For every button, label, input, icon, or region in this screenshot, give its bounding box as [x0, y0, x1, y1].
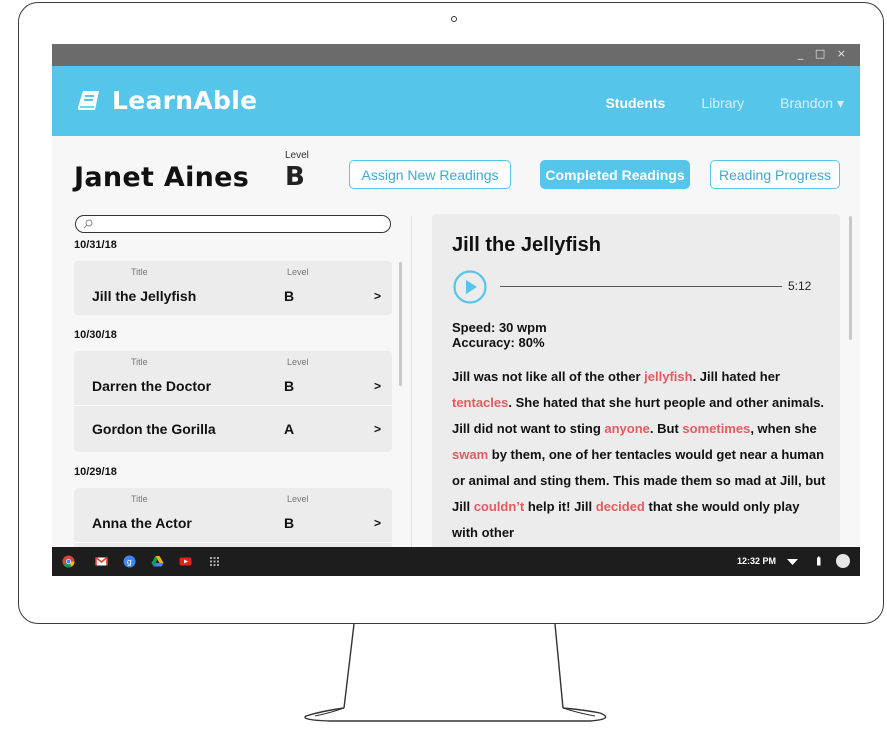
reader-scrollbar[interactable]: [849, 216, 852, 340]
battery-icon[interactable]: [812, 555, 825, 568]
story-segment: Jill was not like all of the other: [452, 369, 645, 384]
reading-level: B: [284, 378, 295, 394]
google-plus-icon[interactable]: g: [123, 555, 136, 568]
reading-detail-panel: Jill the Jellyfish 5:12 Speed: 30 wpm Ac…: [432, 214, 840, 576]
misread-word[interactable]: jellyfish: [644, 369, 692, 384]
window-titlebar: _ □ ×: [52, 44, 860, 66]
nav-students[interactable]: Students: [605, 95, 665, 112]
reading-row[interactable]: Darren the Doctor B >: [74, 367, 392, 405]
card-header: Title Level: [74, 351, 392, 367]
column-level: Level: [287, 267, 309, 277]
reading-level: B: [284, 288, 295, 304]
misread-word[interactable]: anyone: [604, 421, 650, 436]
column-title: Title: [131, 494, 148, 504]
story-segment: . Jill hated her: [692, 369, 780, 384]
completed-readings-button[interactable]: Completed Readings: [540, 160, 690, 189]
reading-progress-button[interactable]: Reading Progress: [710, 160, 840, 189]
drive-icon[interactable]: [151, 555, 164, 568]
app-name: LearnAble: [112, 86, 258, 115]
camera-icon: [451, 16, 457, 22]
play-icon[interactable]: [453, 270, 487, 304]
screen: _ □ × LearnAble Students Library Brandon…: [52, 44, 860, 576]
app-header: LearnAble Students Library Brandon ▾: [52, 66, 860, 136]
reading-level: A: [284, 421, 295, 437]
column-title: Title: [131, 267, 148, 277]
chevron-right-icon[interactable]: >: [374, 379, 381, 393]
date-header: 10/31/18: [74, 239, 117, 251]
reading-title: Gordon the Gorilla: [92, 421, 216, 437]
reading-card: Title Level Darren the Doctor B > Gordon…: [74, 351, 392, 452]
date-header: 10/30/18: [74, 329, 117, 341]
misread-word[interactable]: sometimes: [682, 421, 750, 436]
youtube-icon[interactable]: [179, 555, 192, 568]
gmail-icon[interactable]: [95, 555, 108, 568]
apps-grid-icon[interactable]: [208, 555, 221, 568]
search-icon: [83, 219, 93, 229]
column-level: Level: [287, 494, 309, 504]
clock[interactable]: 12:32 PM: [737, 556, 776, 566]
reading-row[interactable]: Gordon the Gorilla A >: [74, 405, 392, 452]
student-name: Janet Aines: [74, 162, 250, 193]
wifi-icon[interactable]: [786, 555, 799, 568]
reading-title: Jill the Jellyfish: [452, 234, 601, 256]
chevron-right-icon[interactable]: >: [374, 289, 381, 303]
date-header: 10/29/18: [74, 466, 117, 478]
audio-duration: 5:12: [788, 279, 812, 293]
search-input[interactable]: [75, 215, 391, 233]
story-segment: help it! Jill: [524, 499, 596, 514]
main-nav: Students Library Brandon ▾: [605, 95, 844, 112]
reading-card: Title Level Jill the Jellyfish B >: [74, 261, 392, 315]
user-menu[interactable]: Brandon ▾: [780, 95, 844, 112]
pane-divider: [411, 216, 412, 576]
book-icon: [77, 90, 99, 110]
chevron-right-icon[interactable]: >: [374, 422, 381, 436]
story-segment: . But: [649, 421, 683, 436]
nav-library[interactable]: Library: [701, 95, 744, 112]
misread-word[interactable]: tentacles: [452, 395, 508, 410]
reading-row[interactable]: Jill the Jellyfish B >: [74, 277, 392, 315]
reading-title: Anna the Actor: [92, 515, 192, 531]
card-header: Title Level: [74, 261, 392, 277]
avatar[interactable]: [835, 553, 851, 569]
reading-level: B: [284, 515, 295, 531]
completed-readings-list: 10/31/18 Title Level Jill the Jellyfish …: [74, 239, 400, 576]
misread-word[interactable]: couldn’t: [474, 499, 525, 514]
column-title: Title: [131, 357, 148, 367]
list-scrollbar[interactable]: [399, 262, 402, 386]
accuracy-stat: Accuracy: 80%: [452, 335, 545, 350]
level-label: Level: [285, 150, 309, 161]
column-level: Level: [287, 357, 309, 367]
misread-word[interactable]: swam: [452, 447, 488, 462]
window-controls[interactable]: _ □ ×: [798, 47, 850, 60]
chevron-right-icon[interactable]: >: [374, 516, 381, 530]
speed-stat: Speed: 30 wpm: [452, 320, 547, 335]
card-header: Title Level: [74, 488, 392, 504]
story-segment: , when she: [750, 421, 817, 436]
audio-progress-track[interactable]: [500, 286, 782, 287]
chrome-icon[interactable]: [62, 555, 75, 568]
reading-title: Darren the Doctor: [92, 378, 212, 394]
logo[interactable]: LearnAble: [76, 86, 257, 115]
os-taskbar: g 12:32 PM: [52, 547, 860, 576]
story-text: Jill was not like all of the other jelly…: [452, 364, 827, 546]
reading-row[interactable]: Anna the Actor B >: [74, 504, 392, 542]
reading-title: Jill the Jellyfish: [92, 288, 197, 304]
reading-stats: Speed: 30 wpm Accuracy: 80%: [452, 320, 547, 350]
assign-readings-button[interactable]: Assign New Readings: [349, 160, 511, 189]
svg-text:g: g: [127, 558, 132, 567]
student-level: B: [285, 162, 305, 192]
misread-word[interactable]: decided: [596, 499, 645, 514]
